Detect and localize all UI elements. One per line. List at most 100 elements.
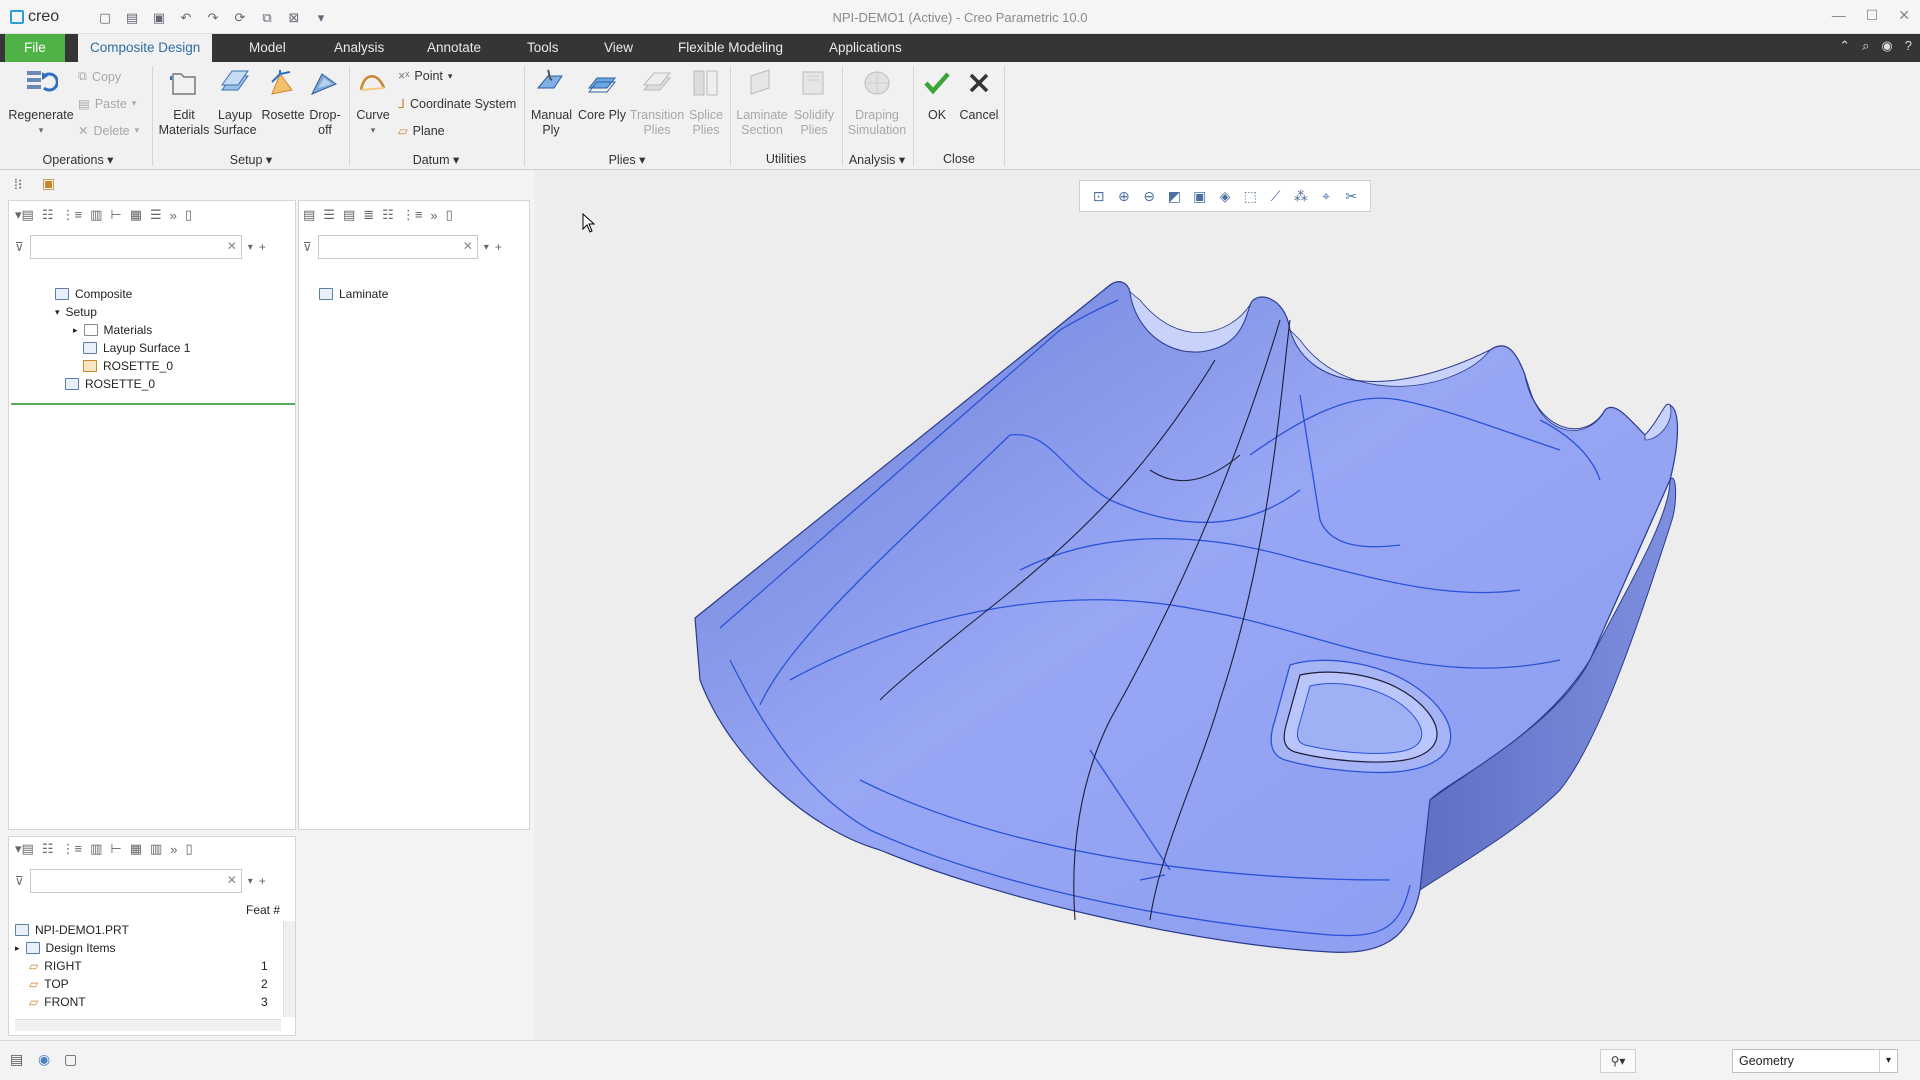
- group-setup[interactable]: Setup ▾: [158, 152, 344, 167]
- delete-button[interactable]: ✕ Delete ▾: [78, 123, 139, 139]
- folder-browser-tab-icon[interactable]: ▣: [42, 175, 55, 192]
- tab-analysis[interactable]: Analysis: [322, 34, 396, 62]
- repaint-icon[interactable]: ◩: [1165, 187, 1183, 205]
- page-icon[interactable]: ▯: [185, 207, 192, 223]
- expand-icon[interactable]: ⋮≡: [402, 207, 423, 223]
- tab-applications[interactable]: Applications: [817, 34, 914, 62]
- drop-off-button[interactable]: Drop-off: [306, 66, 344, 138]
- filter-icon[interactable]: ⊽: [303, 240, 312, 254]
- refit-icon[interactable]: ⊡: [1090, 187, 1108, 205]
- laminate-section-button[interactable]: Laminate Section: [734, 66, 790, 138]
- model-tree-tab-icon[interactable]: ⁞⁝: [14, 176, 22, 193]
- expand-arrow-icon[interactable]: ▸: [73, 325, 78, 336]
- spin-center-icon[interactable]: ⌖: [1317, 187, 1335, 205]
- page-icon[interactable]: ▯: [186, 841, 193, 857]
- show-list-icon[interactable]: ☷: [42, 841, 54, 857]
- more-icon[interactable]: »: [430, 208, 437, 223]
- show-navigator-icon[interactable]: ▤: [10, 1051, 23, 1068]
- tree-item-right[interactable]: ▱ RIGHT 1: [29, 957, 268, 975]
- globe-icon[interactable]: ◉: [1881, 38, 1892, 54]
- datum-display-icon[interactable]: ⁂: [1292, 187, 1310, 205]
- regenerate-button[interactable]: Regenerate ▾: [8, 66, 74, 138]
- tree-item-composite[interactable]: Composite: [55, 285, 190, 303]
- search-icon[interactable]: ⌕: [1862, 38, 1869, 54]
- perspective-icon[interactable]: ⟋: [1266, 187, 1284, 205]
- tab-model[interactable]: Model: [237, 34, 298, 62]
- display-style-icon[interactable]: ▣: [1191, 187, 1209, 205]
- filter-icon[interactable]: ⊽: [15, 240, 24, 254]
- find-binoculars-icon[interactable]: ⚲▾: [1600, 1049, 1636, 1073]
- help-icon[interactable]: ?: [1905, 38, 1912, 54]
- splice-plies-button[interactable]: Splice Plies: [688, 66, 724, 138]
- table-icon[interactable]: ▦: [130, 841, 142, 857]
- full-screen-icon[interactable]: ▢: [64, 1051, 77, 1068]
- tree-item-top[interactable]: ▱ TOP 2: [29, 975, 268, 993]
- more-icon[interactable]: »: [170, 208, 177, 223]
- model-tree-search-input[interactable]: ✕: [29, 869, 242, 893]
- model-tree-hscrollbar[interactable]: [15, 1019, 281, 1031]
- more-icon[interactable]: »: [170, 842, 177, 857]
- page-icon[interactable]: ▯: [446, 207, 453, 223]
- search-dropdown-icon[interactable]: ▾: [248, 242, 253, 253]
- tree-item-layup-surface[interactable]: Layup Surface 1: [83, 339, 190, 357]
- filter-layers-icon[interactable]: ☰: [150, 207, 162, 223]
- chevron-down-icon[interactable]: ▾: [1879, 1050, 1897, 1072]
- cancel-button[interactable]: Cancel: [958, 66, 1000, 123]
- solidify-plies-button[interactable]: Solidify Plies: [792, 66, 836, 138]
- add-filter-icon[interactable]: +: [259, 874, 266, 888]
- layers-icon[interactable]: ☰: [323, 207, 335, 223]
- group-datum[interactable]: Datum ▾: [352, 152, 520, 167]
- layers-alt-icon[interactable]: ▤: [343, 207, 355, 223]
- model-tree-vscrollbar[interactable]: [283, 921, 295, 1017]
- point-button[interactable]: ×ˣ Point ▾: [398, 69, 452, 83]
- columns-icon[interactable]: ▥: [90, 841, 102, 857]
- show-list-icon[interactable]: ☷: [42, 207, 54, 223]
- tab-tools[interactable]: Tools: [515, 34, 571, 62]
- hierarchy-icon[interactable]: ⊢: [110, 841, 121, 857]
- zoom-out-icon[interactable]: ⊖: [1140, 187, 1158, 205]
- clear-search-icon[interactable]: ✕: [463, 239, 473, 253]
- tree-item-laminate[interactable]: Laminate: [319, 285, 388, 303]
- close-icon[interactable]: ✕: [1898, 7, 1910, 24]
- tree-item-front[interactable]: ▱ FRONT 3: [29, 993, 268, 1011]
- clear-search-icon[interactable]: ✕: [227, 239, 237, 253]
- view-manager-icon[interactable]: ⬚: [1241, 187, 1259, 205]
- rosette-button[interactable]: Rosette: [260, 66, 306, 123]
- graphics-area[interactable]: [535, 170, 1920, 1040]
- table-icon[interactable]: ▦: [130, 207, 142, 223]
- draping-simulation-button[interactable]: Draping Simulation: [846, 66, 908, 138]
- annotation-display-icon[interactable]: ✂: [1342, 187, 1360, 205]
- ok-button[interactable]: OK: [918, 66, 956, 123]
- zoom-in-icon[interactable]: ⊕: [1115, 187, 1133, 205]
- tree-item-setup[interactable]: ▾ Setup: [55, 303, 190, 321]
- edit-materials-button[interactable]: Edit Materials: [158, 66, 210, 138]
- tree-item-part[interactable]: NPI-DEMO1.PRT: [15, 921, 247, 939]
- tree-settings-icon[interactable]: ▾▤: [15, 207, 34, 223]
- copy-button[interactable]: ⧉ Copy: [78, 69, 121, 84]
- tree-item-materials[interactable]: ▸ Materials: [73, 321, 190, 339]
- curve-button[interactable]: Curve ▾: [352, 66, 394, 138]
- selection-filter-select[interactable]: Geometry ▾: [1732, 1049, 1898, 1073]
- search-dropdown-icon[interactable]: ▾: [248, 876, 253, 887]
- columns-icon[interactable]: ▥: [90, 207, 102, 223]
- saved-orientations-icon[interactable]: ◈: [1216, 187, 1234, 205]
- tab-flexible-modeling[interactable]: Flexible Modeling: [666, 34, 795, 62]
- group-operations[interactable]: Operations ▾: [8, 152, 148, 167]
- filter-icon[interactable]: ⊽: [15, 874, 24, 888]
- tree-item-rosette[interactable]: ROSETTE_0: [83, 357, 190, 375]
- search-dropdown-icon[interactable]: ▾: [484, 242, 489, 253]
- manual-ply-button[interactable]: Manual Ply: [528, 66, 574, 138]
- minimize-icon[interactable]: —: [1832, 7, 1846, 24]
- add-filter-icon[interactable]: +: [259, 240, 266, 254]
- collapse-ribbon-icon[interactable]: ⌃: [1839, 38, 1850, 54]
- expand-icon[interactable]: ⋮≡: [61, 207, 82, 223]
- tree-item-design-items[interactable]: ▸ Design Items: [15, 939, 247, 957]
- expand-icon[interactable]: ⋮≡: [61, 841, 82, 857]
- expand-arrow-icon[interactable]: ▸: [15, 943, 20, 954]
- tab-composite-design[interactable]: Composite Design: [78, 34, 213, 62]
- maximize-icon[interactable]: ☐: [1866, 7, 1879, 24]
- group-plies[interactable]: Plies ▾: [528, 152, 726, 167]
- collapse-arrow-icon[interactable]: ▾: [55, 307, 60, 318]
- tree-settings-icon[interactable]: ▾▤: [15, 841, 34, 857]
- filter-layers-icon[interactable]: ▥: [150, 841, 162, 857]
